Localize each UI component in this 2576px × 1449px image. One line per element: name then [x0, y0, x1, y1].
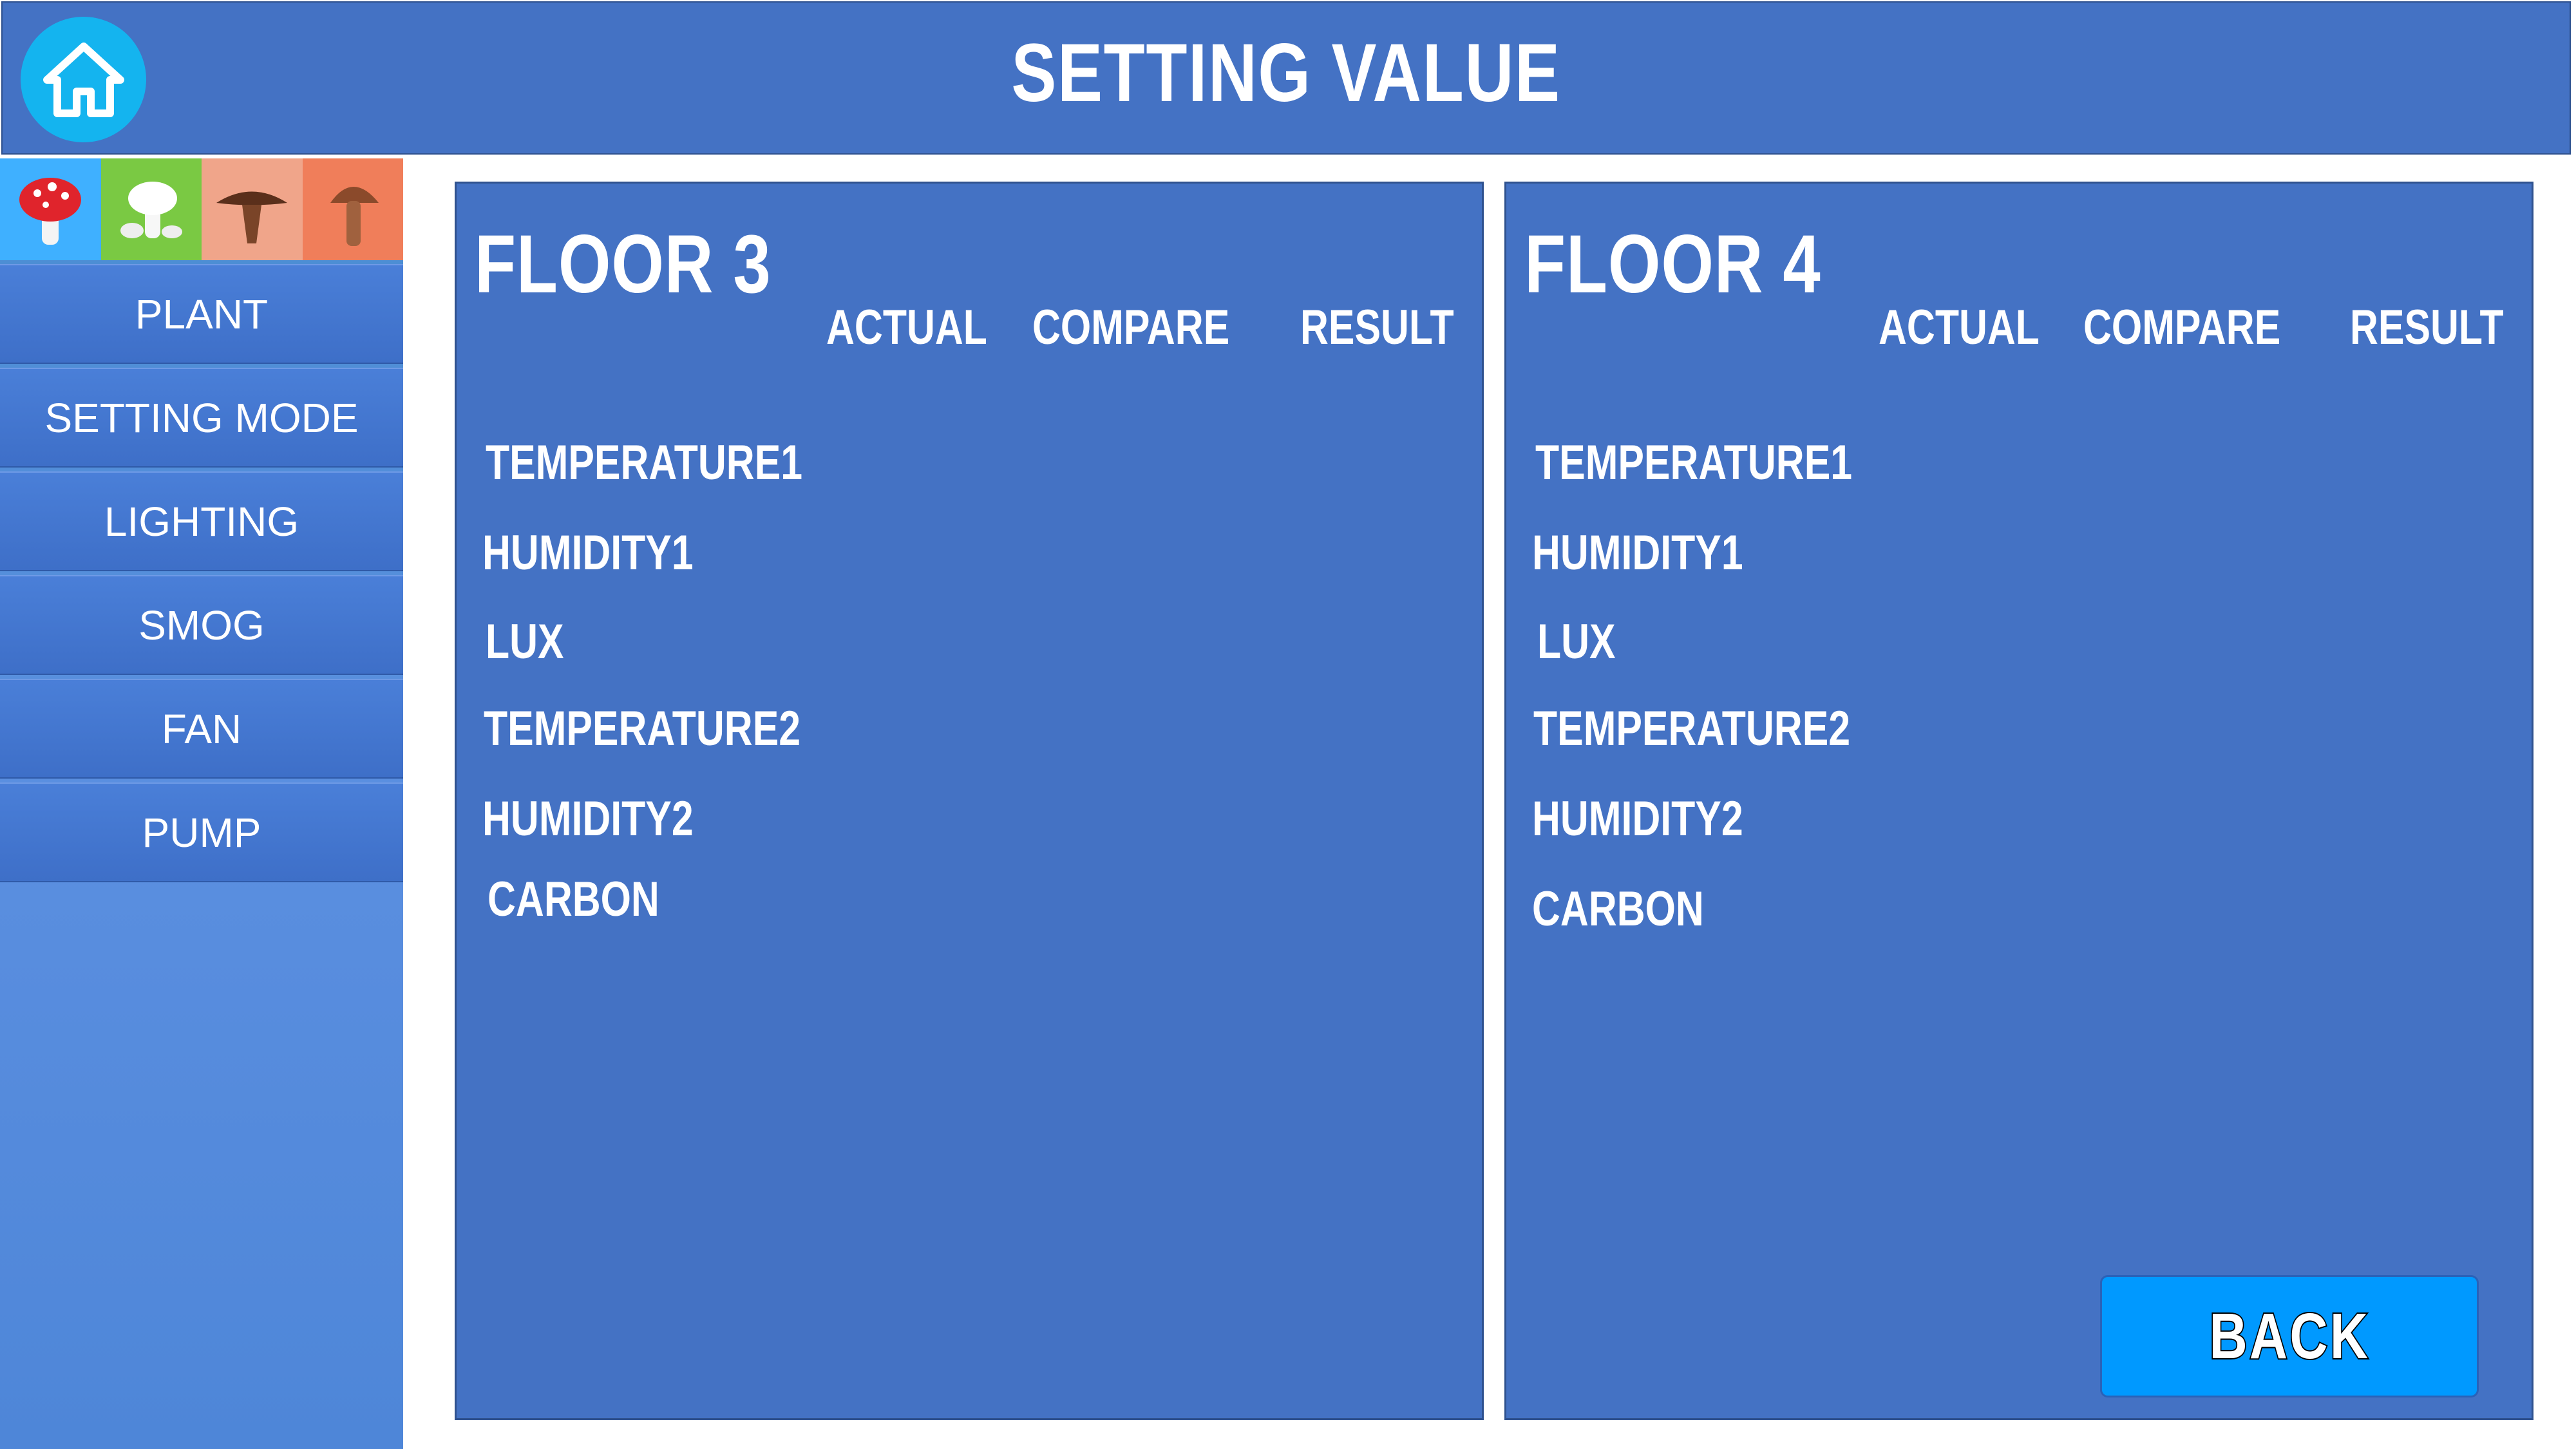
white-mushroom-icon[interactable] [100, 158, 202, 260]
floor-title: FLOOR 3 [475, 218, 772, 310]
sidebar: PLANT SETTING MODE LIGHTING SMOG FAN PUM… [0, 158, 403, 1449]
column-header-result: RESULT [2350, 300, 2504, 355]
column-header-compare: COMPARE [2083, 300, 2281, 355]
sidebar-item-pump[interactable]: PUMP [0, 782, 403, 882]
header-bar: SETTING VALUE [1, 1, 2571, 155]
floor-title: FLOOR 4 [1524, 218, 1821, 310]
row-label-temperature2: TEMPERATURE2 [484, 701, 801, 756]
red-mushroom-icon[interactable] [0, 158, 101, 260]
sidebar-item-smog[interactable]: SMOG [0, 575, 403, 675]
home-button[interactable] [21, 17, 146, 142]
home-icon [43, 42, 124, 117]
column-header-result: RESULT [1300, 300, 1454, 355]
row-label-temperature1: TEMPERATURE1 [486, 435, 803, 490]
row-label-humidity2: HUMIDITY2 [1532, 791, 1743, 846]
row-label-lux: LUX [486, 614, 564, 669]
row-label-humidity1: HUMIDITY1 [482, 526, 694, 580]
back-button-label: BACK [2208, 1299, 2370, 1374]
row-label-temperature2: TEMPERATURE2 [1533, 701, 1851, 756]
page-title: SETTING VALUE [1011, 27, 1561, 119]
sidebar-item-lighting[interactable]: LIGHTING [0, 471, 403, 571]
sidebar-item-setting-mode[interactable]: SETTING MODE [0, 368, 403, 468]
row-label-lux: LUX [1537, 614, 1616, 669]
sidebar-item-fan[interactable]: FAN [0, 679, 403, 779]
mushroom-icon-strip [0, 158, 403, 260]
row-label-carbon: CARBON [1532, 882, 1704, 936]
floor-4-panel: FLOOR 4 ACTUAL COMPARE RESULT TEMPERATUR… [1504, 182, 2533, 1420]
column-header-compare: COMPARE [1032, 300, 1230, 355]
row-label-carbon: CARBON [488, 872, 659, 927]
brown-flat-mushroom-icon[interactable] [202, 158, 303, 260]
row-label-temperature1: TEMPERATURE1 [1535, 435, 1853, 490]
row-label-humidity1: HUMIDITY1 [1532, 526, 1743, 580]
column-header-actual: ACTUAL [1879, 300, 2040, 355]
floor-3-panel: FLOOR 3 ACTUAL COMPARE RESULT TEMPERATUR… [455, 182, 1484, 1420]
column-header-actual: ACTUAL [826, 300, 987, 355]
brown-tall-mushroom-icon[interactable] [302, 158, 403, 260]
back-button[interactable]: BACK [2100, 1275, 2479, 1397]
row-label-humidity2: HUMIDITY2 [482, 791, 694, 846]
sidebar-item-plant[interactable]: PLANT [0, 264, 403, 364]
